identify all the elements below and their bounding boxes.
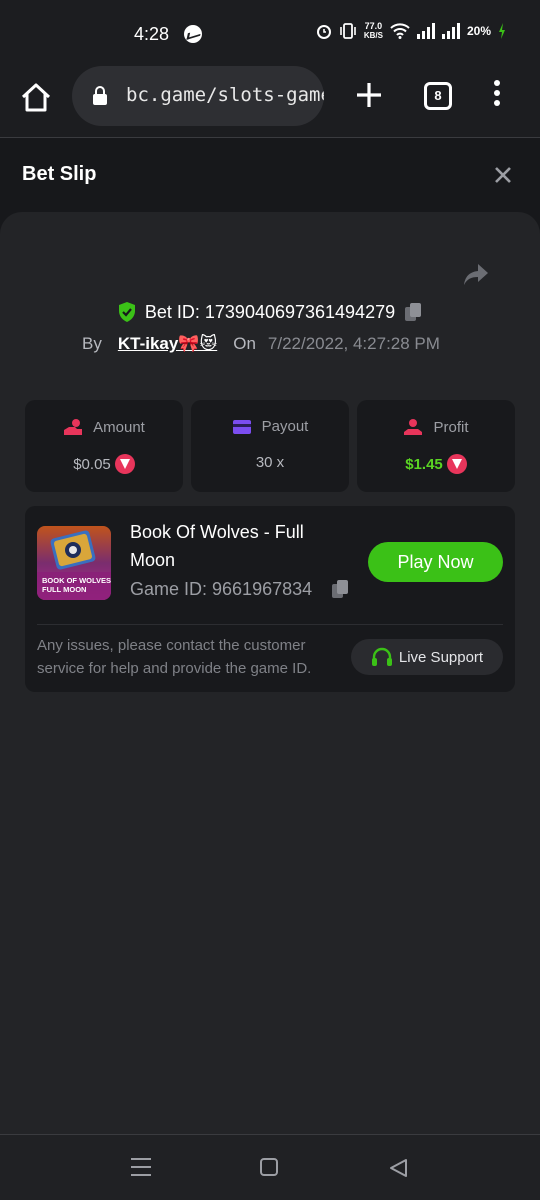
- home-nav-icon[interactable]: [260, 1158, 278, 1176]
- new-tab-icon[interactable]: [352, 78, 386, 112]
- amount-value: $0.05: [73, 455, 111, 473]
- payout-label: Payout: [261, 418, 309, 435]
- trx-coin-icon: [114, 454, 135, 474]
- charging-icon: [499, 23, 505, 39]
- alarm-icon: [316, 25, 331, 39]
- thumb-title-line1: BOOK OF WOLVES: [42, 576, 111, 585]
- live-support-label: Live Support: [398, 648, 484, 666]
- url-text: bc.game/slots-game/: [126, 84, 324, 106]
- card-icon: [232, 419, 251, 434]
- status-bar: 4:28 77.0 KB/S 20%: [0, 0, 540, 66]
- back-icon[interactable]: [388, 1157, 410, 1179]
- game-thumbnail-art: BOOK OF WOLVES FULL MOON: [37, 526, 111, 600]
- bet-id: Bet ID: 1739040697361494279: [144, 301, 396, 322]
- bet-id-row: Bet ID: 1739040697361494279: [0, 298, 540, 326]
- live-support-button[interactable]: Live Support: [351, 639, 503, 675]
- profit-hand-icon: [404, 419, 423, 435]
- profit-value: $1.45: [405, 455, 443, 473]
- sheet-title: Bet Slip: [22, 163, 97, 185]
- play-now-button[interactable]: Play Now: [368, 542, 503, 582]
- amount-stat: Amount $0.05: [25, 400, 183, 492]
- payout-value: 30 x: [255, 454, 285, 471]
- profit-stat: Profit $1.45: [357, 400, 515, 492]
- recents-icon[interactable]: [131, 1158, 151, 1178]
- profit-label: Profit: [433, 418, 469, 436]
- amount-label: Amount: [93, 418, 145, 436]
- divider: [37, 624, 503, 625]
- game-thumbnail[interactable]: BOOK OF WOLVES FULL MOON: [37, 526, 111, 600]
- system-nav-bar: [0, 1134, 540, 1200]
- tab-switcher-button[interactable]: 8: [424, 82, 452, 110]
- headset-icon: [371, 647, 392, 666]
- trx-coin-icon: [446, 454, 467, 474]
- signal-1-icon: [416, 23, 435, 39]
- game-id: Game ID: 9661967834: [130, 578, 313, 599]
- bet-meta-row: By KT-ikay🎀😻 On 7/22/2022, 4:27:28 PM: [82, 332, 440, 356]
- speed-value: 77.0: [364, 21, 383, 31]
- on-label: On: [233, 334, 256, 353]
- bet-date: 7/22/2022, 4:27:28 PM: [267, 334, 440, 353]
- signal-2-icon: [441, 23, 460, 39]
- game-name[interactable]: Book Of Wolves - Full Moon: [130, 518, 350, 574]
- close-icon[interactable]: [490, 162, 516, 188]
- thumb-title-line2: FULL MOON: [42, 585, 86, 594]
- speed-unit: KB/S: [363, 31, 383, 40]
- wifi-icon: [390, 23, 410, 39]
- support-note: Any issues, please contact the customer …: [37, 637, 312, 677]
- status-time: 4:28: [134, 24, 170, 44]
- coin-hand-icon: [64, 419, 83, 435]
- messenger-icon: [184, 25, 202, 43]
- overflow-menu-icon[interactable]: [490, 80, 504, 110]
- copy-game-id-icon[interactable]: [330, 578, 350, 600]
- payout-stat: Payout 30 x: [191, 400, 349, 492]
- game-id-row: Game ID: 9661967834: [130, 578, 350, 600]
- lock-icon: [93, 86, 107, 105]
- network-speed: 77.0 KB/S: [363, 21, 383, 41]
- copy-bet-id-icon[interactable]: [403, 301, 423, 323]
- share-icon[interactable]: [462, 262, 490, 288]
- vibrate-icon: [340, 23, 356, 39]
- home-icon[interactable]: [18, 80, 54, 116]
- address-bar[interactable]: bc.game/slots-game/: [72, 66, 324, 126]
- status-icons: 77.0 KB/S 20%: [316, 22, 506, 40]
- username-link[interactable]: KT-ikay🎀😻: [118, 334, 217, 354]
- verified-shield-icon: [118, 302, 135, 322]
- battery-level: 20%: [466, 24, 491, 38]
- by-label: By: [82, 334, 102, 353]
- game-card: BOOK OF WOLVES FULL MOON Book Of Wolves …: [25, 506, 515, 692]
- browser-toolbar: bc.game/slots-game/ 8: [0, 66, 540, 138]
